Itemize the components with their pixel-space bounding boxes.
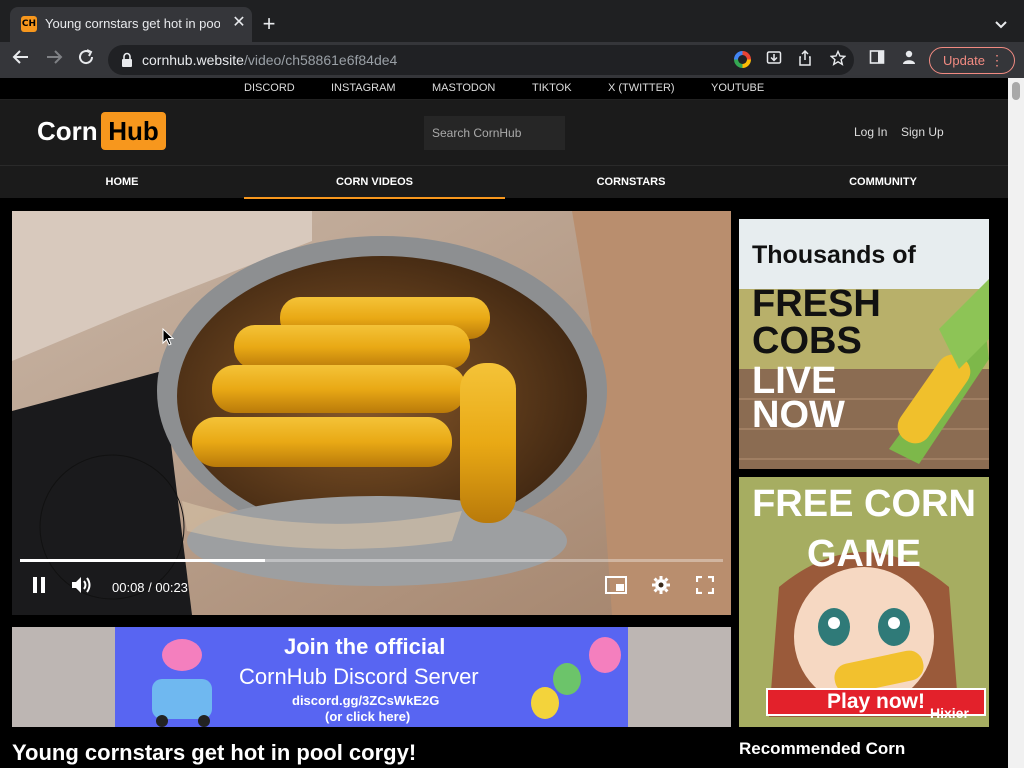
browser-toolbar: cornhub.website/video/ch58861e6f84de4 Up…: [0, 42, 1024, 78]
discord-line-1: Join the official: [284, 634, 446, 659]
banner-left-image: [12, 627, 115, 727]
nav-corn-videos[interactable]: CORN VIDEOS: [244, 166, 505, 199]
social-link-discord[interactable]: DISCORD: [244, 82, 295, 94]
pause-icon: [33, 577, 45, 593]
reload-button[interactable]: [74, 48, 98, 72]
signup-link[interactable]: Sign Up: [901, 125, 944, 139]
social-link-youtube[interactable]: YOUTUBE: [711, 82, 764, 94]
social-link-tiktok[interactable]: TIKTOK: [532, 82, 572, 94]
google-lens-icon[interactable]: [734, 51, 751, 68]
ad1-line-3: COBS: [752, 320, 862, 362]
update-label: Update: [943, 53, 985, 68]
ad-free-corn-game[interactable]: FREE CORN GAME Play now! Hixier: [739, 477, 989, 727]
ad2-line-1: FREE CORN: [752, 483, 976, 525]
reload-icon: [79, 49, 94, 65]
discord-link[interactable]: discord.gg/3ZCsWkE2G: [292, 693, 439, 708]
favicon-icon: CH: [21, 16, 37, 32]
side-panel-icon[interactable]: [866, 49, 888, 71]
new-tab-button[interactable]: +: [258, 13, 280, 35]
video-frame: [12, 211, 731, 615]
recommended-title: Recommended Corn: [739, 739, 906, 758]
url-host: cornhub.website: [142, 52, 244, 68]
nav-home[interactable]: HOME: [0, 166, 244, 199]
ad-fresh-cobs[interactable]: Thousands of FRESH COBS LIVE NOW: [739, 219, 989, 469]
page-scrollbar[interactable]: [1008, 78, 1024, 768]
tab-search-icon[interactable]: [990, 13, 1012, 35]
lock-icon: [122, 52, 132, 67]
picture-in-picture-icon: [605, 576, 627, 594]
time-display: 00:08 / 00:23: [112, 580, 188, 595]
ad1-line-2: FRESH: [752, 283, 881, 325]
ad1-line-5: NOW: [752, 394, 845, 436]
video-player[interactable]: 00:08 / 00:23: [12, 211, 731, 615]
mascot-right-illustration: [531, 637, 621, 719]
fullscreen-icon: [695, 575, 715, 595]
ad2-line-2: GAME: [807, 533, 921, 575]
gear-icon: [652, 576, 670, 594]
logo-hub-text: Hub: [101, 112, 166, 150]
close-tab-icon[interactable]: ✕: [229, 13, 249, 33]
login-link[interactable]: Log In: [854, 125, 887, 139]
main-nav: HOME CORN VIDEOS CORNSTARS COMMUNITY: [0, 165, 1008, 199]
discord-click-here[interactable]: (or click here): [325, 709, 410, 724]
video-title: Young cornstars get hot in pool corgy!: [12, 740, 417, 765]
settings-button[interactable]: [648, 575, 674, 601]
back-arrow-icon: [12, 50, 28, 64]
address-bar[interactable]: cornhub.website/video/ch58861e6f84de4: [108, 45, 854, 75]
ad2-brand: Hixier: [930, 705, 969, 721]
url-text: cornhub.website/video/ch58861e6f84de4: [142, 52, 397, 68]
pause-button[interactable]: [26, 575, 52, 601]
logo-corn-text: Corn: [37, 116, 98, 146]
forward-button[interactable]: [42, 48, 66, 72]
share-icon[interactable]: [795, 49, 815, 70]
discord-banner[interactable]: Join the official CornHub Discord Server…: [12, 627, 731, 727]
profile-icon[interactable]: [898, 49, 920, 71]
search-input[interactable]: [424, 116, 565, 150]
scrollbar-thumb[interactable]: [1012, 82, 1020, 100]
site-header: Corn Hub Log In Sign Up: [0, 100, 1008, 165]
mouse-cursor-icon: [162, 327, 175, 351]
nav-community[interactable]: COMMUNITY: [757, 166, 1008, 199]
volume-icon: [72, 577, 91, 593]
progress-fill: [20, 559, 265, 562]
kebab-menu-icon[interactable]: ⋮: [990, 48, 1004, 73]
banner-right-image: [628, 627, 731, 727]
web-page: DISCORD INSTAGRAM MASTODON TIKTOK X (TWI…: [0, 78, 1008, 768]
nav-cornstars[interactable]: CORNSTARS: [505, 166, 757, 199]
install-app-icon[interactable]: [764, 50, 784, 70]
browser-tab[interactable]: CH Young cornstars get hot in pool corgy…: [10, 7, 252, 42]
ad1-line-1: Thousands of: [752, 241, 916, 269]
progress-bar[interactable]: [20, 559, 723, 562]
social-link-x[interactable]: X (TWITTER): [608, 82, 675, 94]
forward-arrow-icon: [47, 50, 63, 64]
pip-button[interactable]: [603, 575, 629, 601]
social-links-bar: DISCORD INSTAGRAM MASTODON TIKTOK X (TWI…: [0, 78, 1008, 100]
browser-tabbar: CH Young cornstars get hot in pool corgy…: [0, 0, 1024, 42]
discord-line-2: CornHub Discord Server: [239, 664, 479, 689]
update-button[interactable]: Update ⋮: [929, 47, 1015, 74]
mascot-left-illustration: [152, 639, 212, 727]
tab-title: Young cornstars get hot in pool corgy!: [45, 16, 220, 31]
fullscreen-button[interactable]: [692, 575, 718, 601]
social-link-instagram[interactable]: INSTAGRAM: [331, 82, 396, 94]
url-path: /video/ch58861e6f84de4: [243, 52, 398, 68]
volume-button[interactable]: [69, 575, 95, 601]
social-link-mastodon[interactable]: MASTODON: [432, 82, 495, 94]
bookmark-star-icon[interactable]: [828, 49, 848, 70]
back-button[interactable]: [9, 48, 33, 72]
